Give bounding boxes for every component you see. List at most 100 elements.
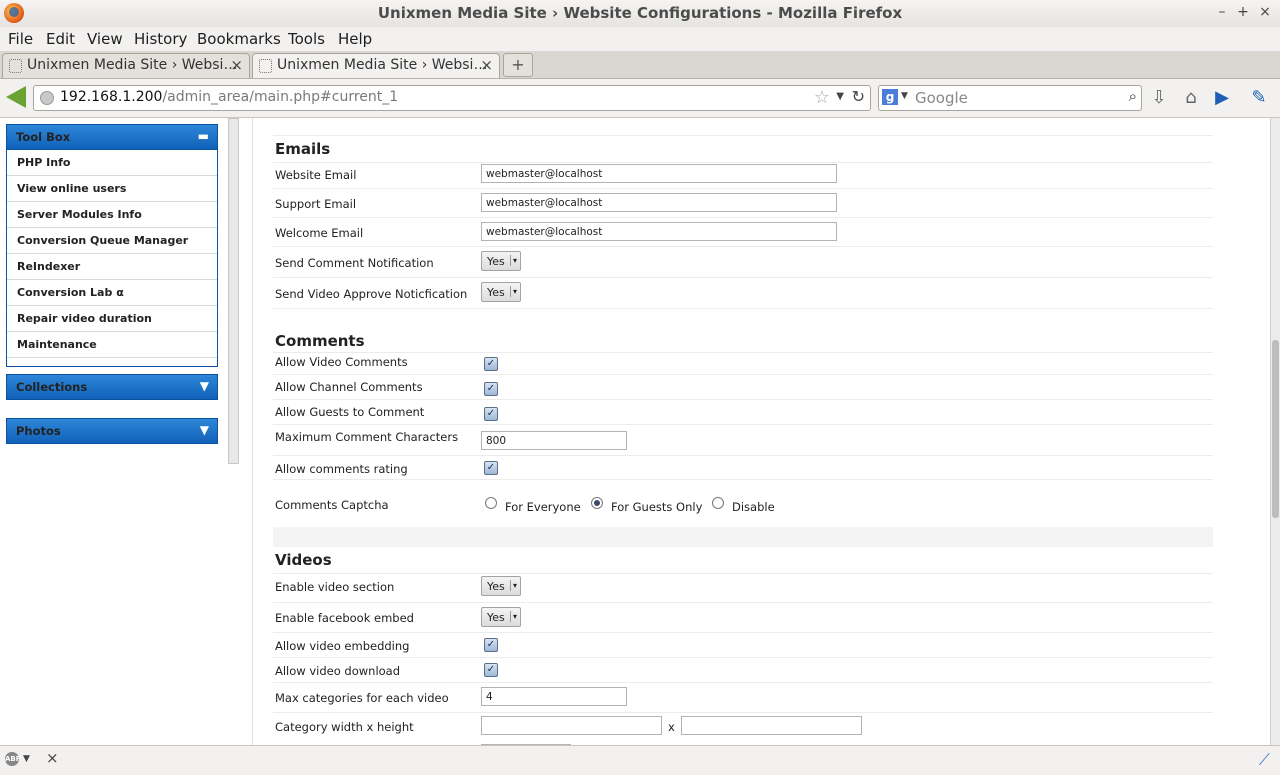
toolbox-item-online-users[interactable]: View online users [7, 176, 217, 202]
search-engine-dropdown-icon[interactable]: ▼ [901, 91, 908, 101]
max-categories-label: Max categories for each video [275, 691, 449, 705]
toolbox-item-reindexer[interactable]: ReIndexer [7, 254, 217, 280]
collapse-icon[interactable]: ▬ [198, 129, 209, 143]
maximize-icon[interactable]: + [1234, 3, 1252, 21]
minimize-icon[interactable]: – [1213, 3, 1231, 21]
close-addon-bar-icon[interactable]: × [46, 749, 59, 767]
welcome-email-label: Welcome Email [275, 226, 364, 240]
page-scrollbar[interactable] [1270, 118, 1280, 745]
allow-video-comments-label: Allow Video Comments [275, 355, 408, 369]
media-play-icon[interactable]: ▶ [1211, 87, 1233, 109]
divider [273, 135, 1213, 136]
max-comment-chars-field[interactable]: 800 [481, 431, 627, 450]
url-dropdown-icon[interactable]: ▼ [836, 91, 844, 102]
expand-icon[interactable]: ▼ [200, 379, 209, 393]
scrollbar-thumb[interactable] [1272, 340, 1279, 518]
allow-guests-label: Allow Guests to Comment [275, 405, 425, 419]
category-size-separator: x [668, 720, 675, 734]
allow-rating-checkbox[interactable]: ✓ [484, 461, 498, 475]
adblock-icon[interactable]: ABP [5, 752, 21, 766]
resize-grip-icon[interactable]: ⟋ [1259, 750, 1270, 770]
menu-bar: File Edit View History Bookmarks Tools H… [0, 27, 1280, 51]
toolbox-item-conversion-lab[interactable]: Conversion Lab α [7, 280, 217, 306]
collections-header[interactable]: Collections ▼ [6, 374, 218, 400]
menu-tools[interactable]: Tools [288, 30, 325, 48]
allow-download-label: Allow video download [275, 664, 401, 678]
captcha-disable-radio[interactable] [712, 497, 724, 509]
divider [273, 246, 1213, 247]
max-categories-field[interactable]: 4 [481, 687, 627, 706]
sidebar-scrollbar[interactable] [228, 118, 239, 464]
divider [273, 455, 1213, 456]
close-tab-icon[interactable]: × [230, 56, 243, 74]
enable-facebook-embed-select[interactable]: Yes ▾ [481, 607, 521, 627]
toolbox-item-php-info[interactable]: PHP Info [7, 150, 217, 176]
menu-edit[interactable]: Edit [46, 30, 75, 48]
welcome-email-field[interactable]: webmaster@localhost [481, 222, 837, 241]
allow-download-checkbox[interactable]: ✓ [484, 663, 498, 677]
tab-2[interactable]: Unixmen Media Site › Websi… × [252, 53, 500, 78]
menu-view[interactable]: View [87, 30, 123, 48]
divider [273, 162, 1213, 163]
reload-icon[interactable]: ↻ [852, 87, 865, 106]
toolbox-item-repair-duration[interactable]: Repair video duration [7, 306, 217, 332]
toolbox-item-maintenance[interactable]: Maintenance [7, 332, 217, 358]
menu-history[interactable]: History [134, 30, 187, 48]
category-height-field[interactable] [681, 716, 862, 735]
captcha-guests-label[interactable]: For Guests Only [611, 500, 702, 514]
edit-icon[interactable]: ✎ [1248, 87, 1270, 109]
divider [273, 374, 1213, 375]
divider [273, 424, 1213, 425]
tab-label: Unixmen Media Site › Websi… [277, 57, 488, 73]
toolbox-item-server-modules[interactable]: Server Modules Info [7, 202, 217, 228]
support-email-field[interactable]: webmaster@localhost [481, 193, 837, 212]
send-video-select[interactable]: Yes ▾ [481, 282, 521, 302]
captcha-guests-radio[interactable] [591, 497, 603, 509]
allow-guests-checkbox[interactable]: ✓ [484, 407, 498, 421]
allow-rating-label: Allow comments rating [275, 462, 408, 476]
category-width-field[interactable] [481, 716, 662, 735]
enable-video-section-select[interactable]: Yes ▾ [481, 576, 521, 596]
divider [273, 399, 1213, 400]
menu-help[interactable]: Help [338, 30, 372, 48]
allow-video-comments-checkbox[interactable]: ✓ [484, 357, 498, 371]
bookmark-star-icon[interactable]: ☆ [814, 87, 830, 108]
downloads-icon[interactable]: ⇩ [1148, 87, 1170, 109]
google-icon[interactable]: g [882, 89, 898, 105]
tab-1[interactable]: Unixmen Media Site › Websi… × [2, 53, 250, 78]
captcha-everyone-label[interactable]: For Everyone [505, 500, 581, 514]
back-arrow-icon[interactable] [6, 86, 26, 108]
adblock-dropdown-icon[interactable]: ▼ [23, 754, 30, 764]
send-video-label: Send Video Approve Noticfication [275, 287, 468, 301]
toolbox-item-conversion-queue[interactable]: Conversion Queue Manager [7, 228, 217, 254]
menu-bookmarks[interactable]: Bookmarks [197, 30, 281, 48]
search-input[interactable]: Google [915, 89, 968, 107]
page-icon [9, 59, 22, 73]
photos-header[interactable]: Photos ▼ [6, 418, 218, 444]
toolbox-header[interactable]: Tool Box ▬ [6, 124, 218, 150]
allow-channel-comments-checkbox[interactable]: ✓ [484, 382, 498, 396]
menu-file[interactable]: File [8, 30, 33, 48]
captcha-everyone-radio[interactable] [485, 497, 497, 509]
divider [273, 352, 1213, 353]
captcha-disable-label[interactable]: Disable [732, 500, 775, 514]
website-email-field[interactable]: webmaster@localhost [481, 164, 837, 183]
search-icon[interactable]: ⌕ [1129, 87, 1137, 105]
send-comment-select[interactable]: Yes ▾ [481, 251, 521, 271]
divider [273, 602, 1213, 603]
expand-icon[interactable]: ▼ [200, 423, 209, 437]
url-bar[interactable]: 192.168.1.200/admin_area/main.php#curren… [33, 85, 871, 111]
url-text[interactable]: 192.168.1.200/admin_area/main.php#curren… [60, 89, 398, 105]
allow-embedding-checkbox[interactable]: ✓ [484, 638, 498, 652]
close-window-icon[interactable]: × [1256, 3, 1274, 21]
config-content: Emails Website Email webmaster@localhost… [252, 118, 1263, 745]
new-tab-button[interactable]: + [503, 53, 533, 77]
close-tab-icon[interactable]: × [480, 56, 493, 74]
page-icon [259, 59, 272, 73]
search-bar[interactable]: g ▼ Google ⌕ [878, 85, 1142, 111]
home-icon[interactable]: ⌂ [1180, 87, 1202, 109]
collections-title: Collections [16, 380, 88, 394]
select-value: Yes [487, 255, 505, 268]
category-size-label: Category width x height [275, 720, 414, 734]
support-email-label: Support Email [275, 197, 357, 211]
